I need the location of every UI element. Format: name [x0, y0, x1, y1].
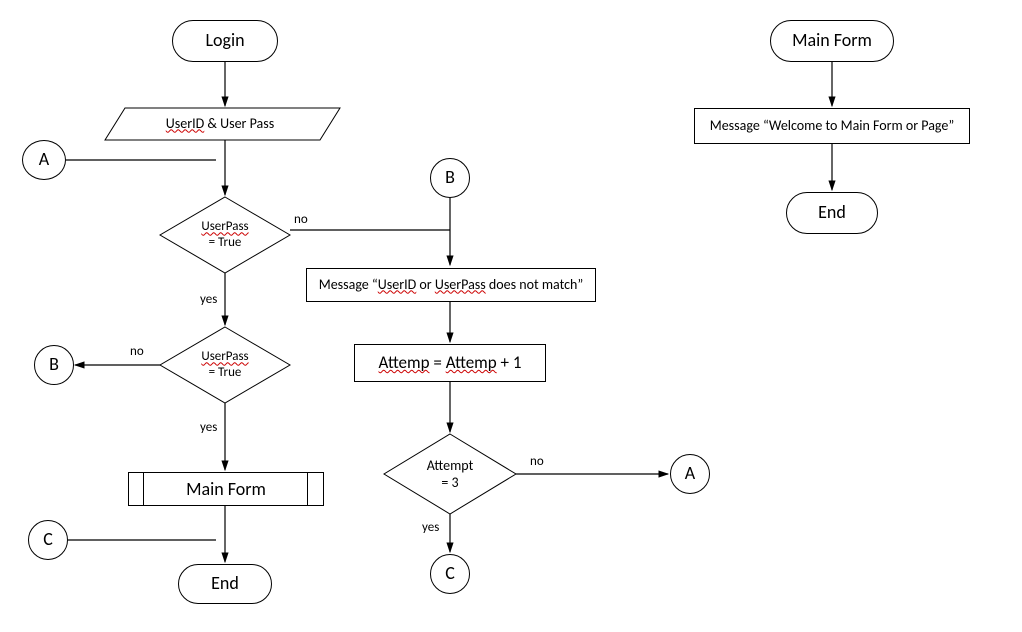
connector-C-bottom: C — [430, 554, 470, 594]
terminator-mainform-right: Main Form — [770, 20, 894, 62]
process-attemp-inc-label: Attemp = Attemp + 1 — [379, 353, 522, 373]
terminator-end-left-label: End — [211, 573, 239, 595]
decision-userpass-1-line2: = True — [209, 235, 242, 251]
decision-attempt-3: Attempt = 3 — [410, 454, 490, 496]
connector-A-left: A — [22, 140, 66, 180]
connector-C-left: C — [28, 520, 68, 560]
terminator-end-left: End — [178, 564, 272, 604]
decision-attempt-3-line1: Attempt — [427, 458, 474, 475]
process-message-nomatch: Message “UserID or UserPass does not mat… — [306, 268, 596, 302]
connector-A-right: A — [670, 454, 710, 494]
edge-no-1: no — [294, 212, 308, 227]
edge-no-2: no — [130, 344, 144, 359]
connector-B-left: B — [34, 345, 74, 385]
connector-A-right-label: A — [685, 463, 695, 485]
edge-no-3: no — [530, 454, 544, 469]
connector-C-left-label: C — [43, 529, 53, 551]
edge-yes-2: yes — [200, 420, 217, 435]
process-message-welcome-label: Message “Welcome to Main Form or Page” — [710, 118, 954, 135]
predefined-mainform-label: Main Form — [129, 473, 323, 505]
process-message-welcome: Message “Welcome to Main Form or Page” — [694, 108, 970, 144]
terminator-end-right-label: End — [818, 202, 846, 224]
process-message-nomatch-label: Message “UserID or UserPass does not mat… — [319, 277, 584, 294]
flow-lines — [0, 0, 1022, 632]
terminator-login-label: Login — [205, 30, 244, 52]
decision-userpass-1-line1: UserPass — [201, 219, 248, 235]
process-attemp-inc: Attemp = Attemp + 1 — [354, 344, 546, 382]
terminator-end-right: End — [786, 192, 878, 234]
decision-userpass-2: UserPass = True — [180, 344, 270, 386]
input-userid-pass: UserID & User Pass — [120, 108, 320, 140]
terminator-mainform-right-label: Main Form — [792, 30, 872, 52]
edge-yes-3: yes — [422, 520, 439, 535]
terminator-login: Login — [172, 20, 278, 62]
connector-B-top: B — [430, 158, 470, 198]
decision-attempt-3-line2: = 3 — [441, 475, 458, 492]
decision-userpass-2-line2: = True — [209, 365, 242, 381]
connector-A-left-label: A — [39, 149, 49, 171]
predefined-mainform: Main Form — [128, 472, 324, 506]
connector-B-left-label: B — [49, 354, 59, 376]
decision-userpass-1: UserPass = True — [180, 214, 270, 256]
connector-C-bottom-label: C — [445, 563, 455, 585]
decision-userpass-2-line1: UserPass — [201, 349, 248, 365]
connector-B-top-label: B — [445, 167, 455, 189]
input-userid-pass-label: UserID & User Pass — [166, 116, 274, 133]
edge-yes-1: yes — [200, 292, 217, 307]
